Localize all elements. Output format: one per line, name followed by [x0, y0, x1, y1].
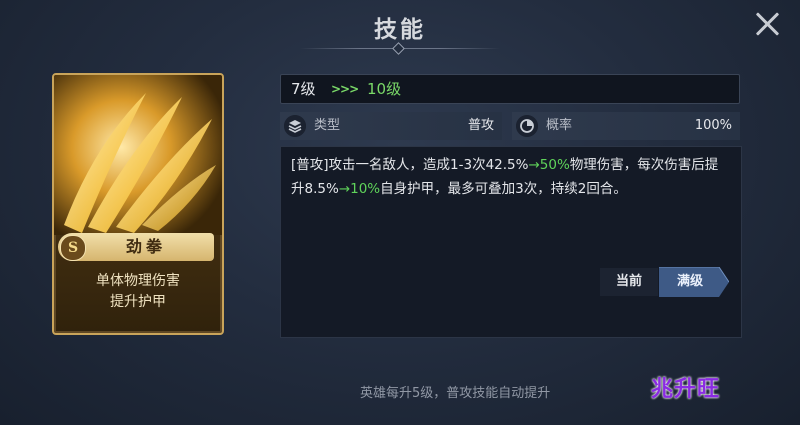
rate-label: 概率	[546, 118, 573, 133]
rate-value: 100%	[694, 118, 732, 133]
desc-upgrade2: →10%	[338, 181, 381, 197]
target-level: 10级	[367, 80, 402, 98]
skill-description: [普攻]攻击一名敌人，造成1-3次42.5%→50%物理伤害，每次伤害后提升8.…	[291, 153, 731, 201]
attribute-row: 类型 普攻 概率 100%	[280, 112, 740, 140]
title-ornament	[392, 42, 405, 55]
desc-part1: [普攻]攻击一名敌人，造成1-3次42.5%	[291, 157, 529, 173]
skill-name: 劲拳	[125, 237, 166, 256]
close-icon[interactable]	[752, 8, 784, 40]
desc-part3: 自身护甲，最多可叠加3次，持续2回合。	[380, 181, 627, 197]
attr-type: 类型 普攻	[280, 112, 502, 140]
claw-strike-icon	[54, 75, 222, 235]
current-level: 7级	[291, 80, 316, 98]
layers-icon	[284, 115, 306, 137]
watermark: 兆升旺	[651, 377, 721, 402]
max-level-label: 满级	[676, 274, 703, 289]
skill-summary-line2: 提升护甲	[110, 294, 166, 310]
skill-summary-line1: 单体物理伤害	[96, 273, 180, 289]
grade-badge: S	[60, 235, 86, 261]
skill-description-box: [普攻]攻击一名敌人，造成1-3次42.5%→50%物理伤害，每次伤害后提升8.…	[280, 146, 742, 338]
skill-summary: 单体物理伤害 提升护甲	[54, 271, 222, 313]
skill-panel: 技能 S 劲拳 单体物理伤害 提升护甲 7级 >>> 10级 类型 普攻 概率 …	[0, 0, 800, 425]
type-value: 普攻	[467, 118, 494, 133]
pie-chart-icon	[516, 115, 538, 137]
desc-upgrade1: →50%	[528, 157, 570, 173]
page-title: 技能	[374, 17, 426, 43]
upgrade-arrows-icon: >>>	[331, 82, 359, 96]
footer-hint: 英雄每升5级，普攻技能自动提升	[360, 386, 551, 401]
type-label: 类型	[314, 118, 341, 133]
max-level-button[interactable]: 满级	[659, 267, 729, 297]
skill-card: S 劲拳 单体物理伤害 提升护甲	[52, 73, 224, 335]
skill-name-bar: S 劲拳	[58, 233, 214, 261]
current-level-button[interactable]: 当前	[600, 268, 658, 296]
level-upgrade-bar: 7级 >>> 10级	[280, 74, 740, 104]
attr-rate: 概率 100%	[512, 112, 740, 140]
